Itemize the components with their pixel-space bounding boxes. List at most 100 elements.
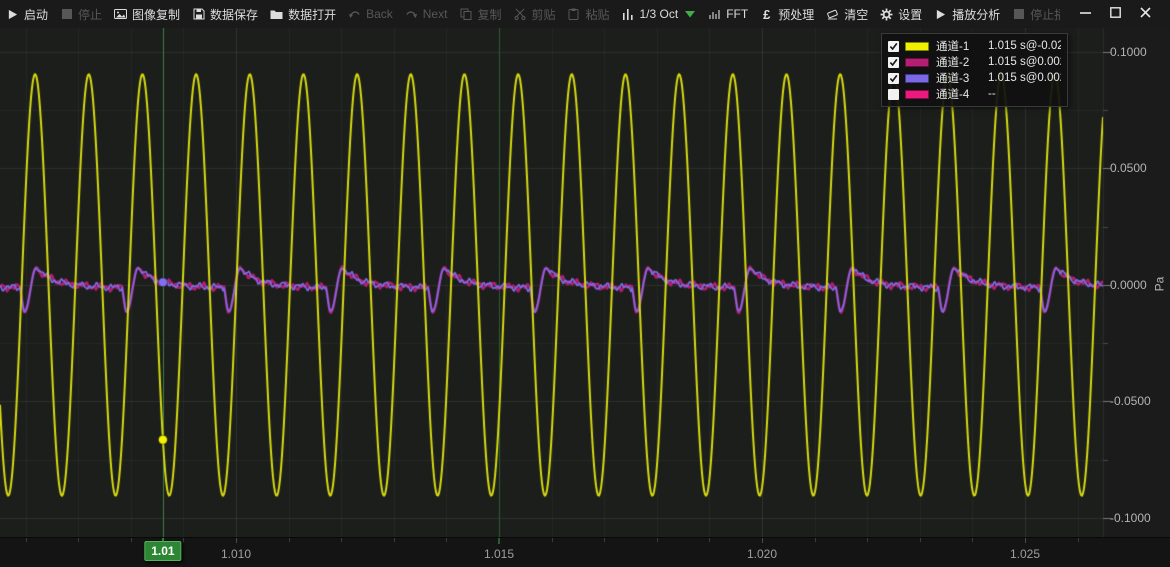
toolbar-button-label: 停止 xyxy=(78,6,102,23)
x-axis-tick-label: 1.020 xyxy=(747,547,777,561)
x-axis-tick xyxy=(762,538,763,543)
x-axis-tick xyxy=(289,538,290,542)
toolbar-button-label: 播放分析 xyxy=(952,6,1000,23)
x-axis-tick xyxy=(26,538,27,542)
toolbar-button-9[interactable]: 剪贴 xyxy=(507,0,561,28)
x-axis-tick xyxy=(1078,538,1079,542)
x-axis-tick xyxy=(1025,538,1026,543)
channel-color-swatch xyxy=(905,74,929,83)
toolbar: 启动 停止 图像复制 数据保存 数据打开 Back Next 复制 剪贴粘贴 1/3 Oct FFT… xyxy=(0,0,1170,29)
cursor-position-badge[interactable]: 1.01 xyxy=(144,541,181,561)
toolbar-button-4[interactable]: 数据保存 xyxy=(186,0,264,28)
legend-row-channel-2: 通道-21.015 s@0.002 Pa xyxy=(888,54,1061,70)
window-controls xyxy=(1060,0,1170,28)
y-axis-tick-label: 0.0500 xyxy=(1110,161,1147,175)
channel-checkbox[interactable] xyxy=(888,41,899,52)
toolbar-button-15[interactable]: 设置 xyxy=(874,0,928,28)
minimize-button[interactable] xyxy=(1070,0,1100,28)
x-axis-tick xyxy=(78,538,79,542)
toolbar-button-label: 剪贴 xyxy=(531,6,555,23)
cursor-tick xyxy=(498,538,500,544)
channel-name: 通道-4 xyxy=(936,86,988,102)
play-analysis-icon xyxy=(934,8,947,21)
toolbar-button-13[interactable]: £预处理 xyxy=(754,0,820,28)
toolbar-button-10[interactable]: 粘贴 xyxy=(561,0,615,28)
y-axis-unit: Pa xyxy=(1152,277,1166,292)
x-axis-tick xyxy=(604,538,605,542)
x-axis-tick xyxy=(341,538,342,542)
channel-color-swatch xyxy=(905,90,929,99)
paste-icon xyxy=(567,8,580,21)
chart-area: 0.10000.05000.0000-0.0500-0.1000 Pa 通道-1… xyxy=(0,28,1170,537)
toolbar-button-label: 复制 xyxy=(477,6,501,23)
stop-playback-icon xyxy=(1012,8,1025,21)
close-icon xyxy=(1140,5,1151,23)
toolbar-button-6[interactable]: Back xyxy=(342,0,399,28)
eraser-icon xyxy=(826,8,839,21)
channel-checkbox[interactable] xyxy=(888,89,899,100)
stop-icon xyxy=(60,8,73,21)
x-axis-tick xyxy=(394,538,395,542)
dropdown-icon xyxy=(683,8,696,21)
toolbar-button-label: 1/3 Oct xyxy=(640,7,679,21)
y-axis-tick-label: -0.0500 xyxy=(1110,394,1151,408)
maximize-button[interactable] xyxy=(1100,0,1130,28)
legend-row-channel-4: 通道-4-- xyxy=(888,86,1061,102)
x-axis-tick-label: 1.015 xyxy=(484,547,514,561)
undo-icon xyxy=(348,8,361,21)
toolbar-button-11[interactable]: 1/3 Oct xyxy=(616,0,703,28)
maximize-icon xyxy=(1110,5,1121,23)
x-axis-tick xyxy=(972,538,973,542)
toolbar-button-2[interactable]: 停止 xyxy=(54,0,108,28)
channel-checkbox[interactable] xyxy=(888,73,899,84)
toolbar-button-16[interactable]: 播放分析 xyxy=(928,0,1006,28)
toolbar-button-label: 清空 xyxy=(844,6,868,23)
channel-color-swatch xyxy=(905,42,929,51)
toolbar-button-14[interactable]: 清空 xyxy=(820,0,874,28)
x-axis-tick-label: 1.025 xyxy=(1010,547,1040,561)
channel-checkbox[interactable] xyxy=(888,57,899,68)
toolbar-button-3[interactable]: 图像复制 xyxy=(108,0,186,28)
channel-name: 通道-2 xyxy=(936,54,988,70)
toolbar-button-label: 数据保存 xyxy=(210,6,258,23)
data-save-icon xyxy=(192,8,205,21)
toolbar-button-12[interactable]: FFT xyxy=(702,0,754,28)
toolbar-button-label: Back xyxy=(366,7,393,21)
close-button[interactable] xyxy=(1130,0,1160,28)
x-axis-tick xyxy=(815,538,816,542)
minimize-icon xyxy=(1080,5,1091,23)
toolbar-button-1[interactable]: 启动 xyxy=(0,0,54,28)
copy-icon xyxy=(459,8,472,21)
channel-cursor-value: -- xyxy=(988,88,1061,100)
scissors-icon xyxy=(513,8,526,21)
channel-color-swatch xyxy=(905,58,929,67)
legend-panel: 通道-11.015 s@-0.024 P通道-21.015 s@0.002 Pa… xyxy=(881,33,1068,107)
toolbar-button-label: Next xyxy=(423,7,448,21)
x-axis-tick xyxy=(657,538,658,542)
channel-cursor-value: 1.015 s@0.002 Pa xyxy=(988,56,1061,68)
x-axis-tick xyxy=(131,538,132,542)
channel-name: 通道-1 xyxy=(936,38,988,54)
x-axis-tick xyxy=(920,538,921,542)
toolbar-button-label: 图像复制 xyxy=(132,6,180,23)
x-axis-tick xyxy=(552,538,553,542)
channel-name: 通道-3 xyxy=(936,70,988,86)
x-axis-tick xyxy=(236,538,237,543)
y-axis-tick-label: 0.0000 xyxy=(1110,278,1147,292)
image-copy-icon xyxy=(114,8,127,21)
preprocess-icon: £ xyxy=(760,8,773,21)
toolbar-button-5[interactable]: 数据打开 xyxy=(264,0,342,28)
x-axis-tick xyxy=(446,538,447,542)
play-icon xyxy=(6,8,19,21)
legend-row-channel-3: 通道-31.015 s@0.002 Pa xyxy=(888,70,1061,86)
x-axis-tick xyxy=(867,538,868,542)
gear-icon xyxy=(880,8,893,21)
legend-row-channel-1: 通道-11.015 s@-0.024 P xyxy=(888,38,1061,54)
toolbar-button-7[interactable]: Next xyxy=(399,0,454,28)
toolbar-button-label: 数据打开 xyxy=(288,6,336,23)
y-axis-tick-label: -0.1000 xyxy=(1110,511,1151,525)
x-axis-tick xyxy=(183,538,184,542)
folder-open-icon xyxy=(270,8,283,21)
channel-cursor-value: 1.015 s@0.002 Pa xyxy=(988,72,1061,84)
toolbar-button-8[interactable]: 复制 xyxy=(453,0,507,28)
